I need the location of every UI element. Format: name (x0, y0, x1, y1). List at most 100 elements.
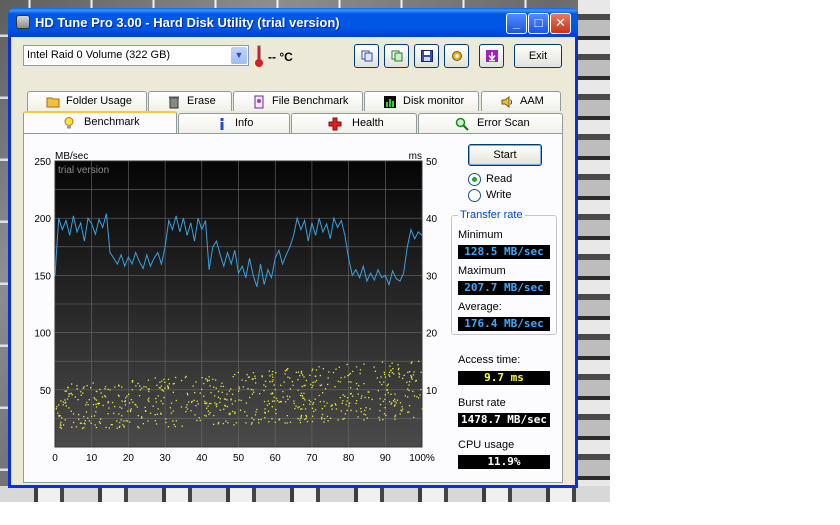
read-radio-dot[interactable] (468, 173, 481, 186)
access-time-point (392, 368, 394, 370)
access-time-point (254, 375, 256, 377)
access-time-point (156, 413, 159, 415)
access-time-value: 9.7 ms (458, 371, 550, 385)
access-time-point (284, 401, 287, 403)
access-time-point (224, 404, 226, 407)
access-time-point (300, 408, 302, 410)
access-time-point (356, 388, 358, 390)
minimize-button[interactable]: _ (506, 13, 527, 34)
x-tick-label: 30 (160, 453, 172, 464)
access-time-point (118, 384, 120, 386)
access-time-point (155, 397, 157, 400)
access-time-point (421, 408, 423, 410)
access-time-point (410, 362, 412, 364)
access-time-point (175, 399, 177, 402)
access-time-point (371, 398, 373, 401)
access-time-point (213, 423, 215, 425)
access-time-point (159, 381, 161, 383)
access-time-point (148, 397, 150, 399)
access-time-point (226, 393, 228, 395)
access-time-point (411, 378, 413, 380)
access-time-point (332, 371, 335, 374)
access-time-point (315, 379, 318, 382)
close-button[interactable]: ✕ (550, 13, 571, 34)
access-time-point (345, 403, 347, 406)
access-time-point (350, 387, 352, 389)
access-time-point (60, 421, 62, 423)
access-time-point (125, 397, 127, 399)
access-time-point (164, 387, 166, 389)
access-time-point (136, 406, 138, 408)
access-time-point (342, 394, 344, 396)
access-time-point (311, 407, 314, 409)
access-time-point (258, 422, 260, 424)
access-time-point (159, 387, 161, 389)
access-time-point (388, 374, 390, 376)
access-time-point (384, 394, 386, 396)
access-time-point (161, 380, 163, 382)
tab-benchmark[interactable]: Benchmark (23, 111, 177, 133)
access-time-point (242, 386, 244, 388)
read-radio[interactable]: Read (468, 173, 548, 187)
access-time-point (95, 390, 97, 393)
access-time-point (90, 422, 92, 424)
access-time-point (147, 399, 149, 401)
access-time-point (134, 403, 136, 406)
access-time-point (209, 385, 211, 387)
access-time-point (260, 418, 262, 421)
access-time-point (251, 422, 253, 424)
access-time-point (206, 380, 209, 382)
access-time-point (314, 381, 316, 383)
write-radio-dot[interactable] (468, 189, 481, 202)
start-button[interactable]: Start (468, 144, 542, 166)
access-time-point (313, 410, 315, 412)
access-time-point (194, 414, 196, 416)
access-time-point (384, 407, 386, 409)
title-bar[interactable]: HD Tune Pro 3.00 - Hard Disk Utility (tr… (8, 8, 578, 37)
transfer-rate-title: Transfer rate (458, 209, 525, 221)
access-time-point (321, 413, 324, 416)
access-time-point (297, 371, 300, 373)
access-time-point (70, 392, 72, 394)
access-time-point (389, 375, 391, 377)
access-time-point (383, 381, 385, 383)
access-time-point (393, 373, 395, 375)
access-time-point (225, 420, 227, 422)
access-time-point (95, 411, 97, 413)
access-time-point (81, 427, 84, 430)
access-time-point (56, 406, 58, 408)
access-time-point (266, 404, 269, 406)
access-time-point (271, 406, 273, 408)
lightbulb-icon (64, 117, 74, 129)
access-time-point (59, 415, 61, 417)
write-radio[interactable]: Write (468, 189, 548, 203)
access-time-point (280, 384, 282, 386)
access-time-point (289, 388, 291, 390)
maximize-button[interactable]: □ (528, 13, 549, 34)
access-time-point (90, 415, 93, 417)
access-time-point (214, 402, 216, 404)
access-time-point (270, 393, 272, 395)
access-time-point (238, 388, 240, 390)
access-time-point (268, 403, 270, 405)
access-time-point (207, 410, 209, 412)
access-time-point (60, 400, 62, 402)
access-time-point (327, 420, 329, 422)
access-time-point (413, 416, 415, 419)
access-time-point (194, 392, 196, 394)
access-time-point (287, 398, 289, 400)
access-time-point (246, 374, 248, 376)
access-time-point (209, 412, 211, 414)
access-time-point (334, 386, 336, 388)
access-time-point (76, 385, 78, 387)
access-time-point (167, 385, 169, 387)
access-time-point (385, 414, 387, 417)
y-right-tick-label: 50 (426, 157, 438, 168)
access-time-point (412, 390, 414, 393)
access-time-point (398, 373, 401, 376)
access-time-point (347, 397, 349, 399)
access-time-point (297, 407, 299, 409)
access-time-point (204, 400, 206, 403)
access-time-point (295, 371, 297, 373)
access-time-point (252, 378, 254, 380)
